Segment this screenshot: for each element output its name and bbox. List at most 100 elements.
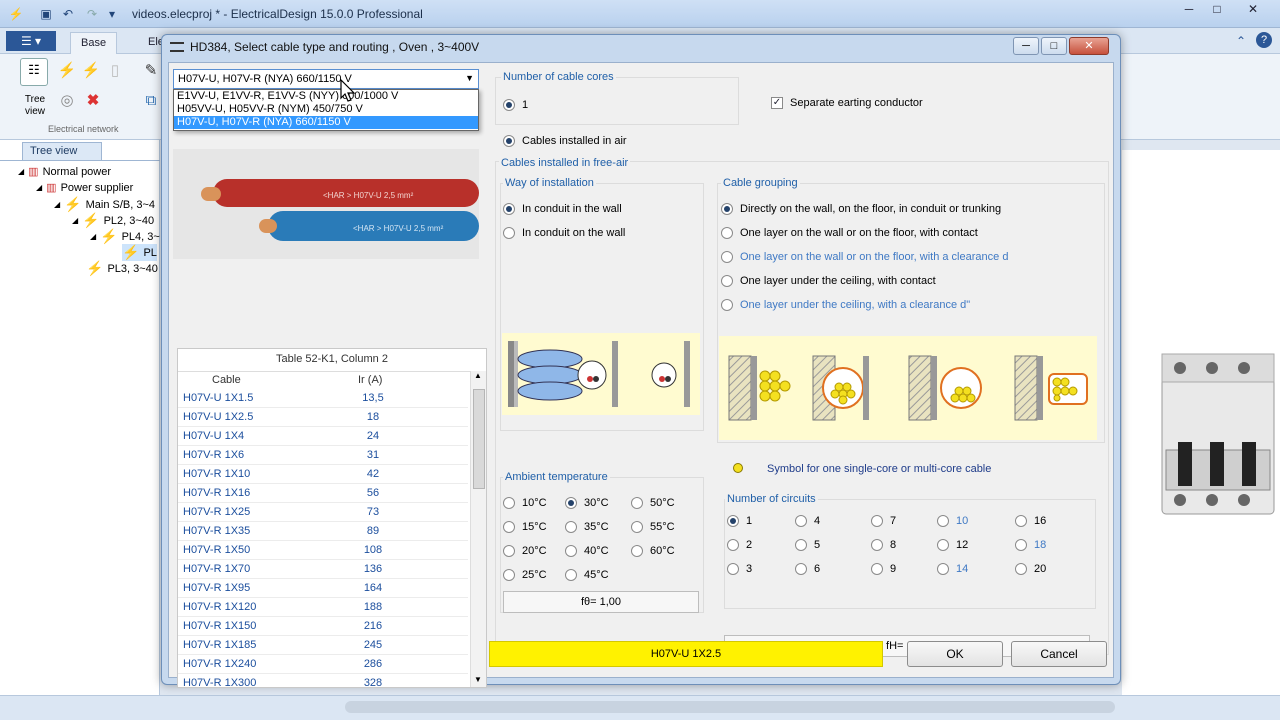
scroll-thumb[interactable] <box>473 389 485 489</box>
dropdown-option[interactable]: E1VV-U, E1VV-R, E1VV-S (NYY) 600/1000 V <box>174 90 478 103</box>
tree-node[interactable]: ◢ ▥ Normal power <box>18 165 111 179</box>
table-row[interactable]: H07V-U 1X4 24 <box>178 427 468 446</box>
grouping-option[interactable]: Directly on the wall, on the floor, in c… <box>721 203 1001 215</box>
table-row[interactable]: H07V-R 1X50 108 <box>178 541 468 560</box>
table-row[interactable]: H07V-R 1X240 286 <box>178 655 468 674</box>
tree-node-selected[interactable]: ⚡ PL <box>122 244 157 261</box>
maximize-button[interactable]: □ <box>1202 0 1232 20</box>
circuits-option-disabled: 14 <box>937 563 968 575</box>
help-chevron-icon[interactable]: ⌃ <box>1236 34 1246 48</box>
save-icon[interactable]: ▣ <box>38 6 54 22</box>
tree-node[interactable]: ◢ ⚡ Main S/B, 3~4 <box>54 196 155 213</box>
ribbon-group-label: Electrical network <box>48 124 119 134</box>
circuits-option[interactable]: 20 <box>1015 563 1046 575</box>
table-row[interactable]: H07V-R 1X10 42 <box>178 465 468 484</box>
tree-node[interactable]: ◢ ⚡ PL4, 3~ <box>90 228 160 245</box>
table-row[interactable]: H07V-R 1X120 188 <box>178 598 468 617</box>
temperature-option[interactable]: 15°C <box>503 521 547 533</box>
circuits-option[interactable]: 8 <box>871 539 896 551</box>
circuits-option[interactable]: 3 <box>727 563 752 575</box>
temperature-option[interactable]: 20°C <box>503 545 547 557</box>
horizontal-scrollbar[interactable] <box>345 701 1115 713</box>
temperature-option[interactable]: 45°C <box>565 569 609 581</box>
power-icon[interactable]: ⚡ <box>56 60 78 82</box>
table-row[interactable]: H07V-R 1X16 56 <box>178 484 468 503</box>
pen-icon[interactable]: ✎ <box>140 60 162 82</box>
current-cell: 24 <box>366 430 380 442</box>
dialog-close-button[interactable]: ✕ <box>1069 37 1109 55</box>
table-row[interactable]: H07V-R 1X300 328 <box>178 674 468 687</box>
table-row[interactable]: H07V-U 1X2.5 18 <box>178 408 468 427</box>
scroll-up-icon[interactable]: ▲ <box>474 371 482 380</box>
circuits-option[interactable]: 5 <box>795 539 820 551</box>
minimize-button[interactable]: ─ <box>1174 0 1204 20</box>
quick-access-dropdown-icon[interactable]: ▾ <box>104 6 120 22</box>
table-row[interactable]: H07V-R 1X35 89 <box>178 522 468 541</box>
cable-type-dropdown[interactable]: E1VV-U, E1VV-R, E1VV-S (NYY) 600/1000 V … <box>173 89 479 131</box>
grouping-option[interactable]: One layer under the ceiling, with contac… <box>721 275 936 287</box>
circuits-option[interactable]: 9 <box>871 563 896 575</box>
separate-earthing-checkbox[interactable]: ✓ Separate earting conductor <box>771 97 923 109</box>
table-row[interactable]: H07V-R 1X70 136 <box>178 560 468 579</box>
circuits-option[interactable]: 16 <box>1015 515 1046 527</box>
circuit-breaker-image <box>1161 353 1275 515</box>
temperature-option[interactable]: 60°C <box>631 545 675 557</box>
undo-icon[interactable]: ↶ <box>60 6 76 22</box>
column-header-ir[interactable]: Ir (A) <box>358 374 382 386</box>
table-row[interactable]: H07V-R 1X25 73 <box>178 503 468 522</box>
cable-type-combo[interactable]: H07V-U, H07V-R (NYA) 660/1150 V ▼ <box>173 69 479 89</box>
temperature-option[interactable]: 55°C <box>631 521 675 533</box>
redo-icon[interactable]: ↷ <box>84 6 100 22</box>
circuits-option[interactable]: 2 <box>727 539 752 551</box>
temperature-option[interactable]: 50°C <box>631 497 675 509</box>
table-scrollbar[interactable]: ▲ ▼ <box>470 371 486 687</box>
drawing-canvas[interactable] <box>1122 150 1280 695</box>
file-menu-button[interactable]: ☰ ▾ <box>6 31 56 51</box>
dropdown-option-selected[interactable]: H07V-U, H07V-R (NYA) 660/1150 V <box>174 116 478 129</box>
chevron-down-icon[interactable]: ▼ <box>465 73 474 83</box>
grouping-option[interactable]: One layer on the wall or on the floor, w… <box>721 227 978 239</box>
tree-node[interactable]: ◢ ▥ Power supplier <box>36 181 133 195</box>
circuits-option[interactable]: 1 <box>727 515 752 527</box>
tree-node[interactable]: ◢ ⚡ PL2, 3~40 <box>72 212 154 229</box>
ok-button[interactable]: OK <box>907 641 1003 667</box>
scroll-down-icon[interactable]: ▼ <box>474 675 482 684</box>
current-cell: 188 <box>363 601 383 613</box>
dialog-maximize-button[interactable]: □ <box>1041 37 1067 55</box>
dropdown-option[interactable]: H05VV-U, H05VV-R (NYM) 450/750 V <box>174 103 478 116</box>
temperature-option[interactable]: 30°C <box>565 497 609 509</box>
network-icon[interactable]: ⧉ <box>140 90 162 112</box>
current-cell: 216 <box>363 620 383 632</box>
installation-option[interactable]: In conduit on the wall <box>503 227 625 239</box>
tree-node[interactable]: ⚡ PL3, 3~40 <box>86 260 158 277</box>
temperature-option[interactable]: 35°C <box>565 521 609 533</box>
table-row[interactable]: H07V-U 1X1.5 13,5 <box>178 389 468 408</box>
target-icon[interactable]: ◎ <box>56 90 78 112</box>
circuits-option[interactable]: 12 <box>937 539 968 551</box>
column-header-cable[interactable]: Cable <box>212 374 241 386</box>
tree-view-ribbon-label[interactable]: Tree view <box>22 94 48 118</box>
close-button[interactable]: ✕ <box>1238 0 1268 20</box>
circuits-option[interactable]: 4 <box>795 515 820 527</box>
table-row[interactable]: H07V-R 1X6 31 <box>178 446 468 465</box>
tree-view-icon[interactable]: ☷ <box>20 58 48 86</box>
table-row[interactable]: H07V-R 1X95 164 <box>178 579 468 598</box>
table-row[interactable]: H07V-R 1X185 245 <box>178 636 468 655</box>
circuits-option[interactable]: 7 <box>871 515 896 527</box>
installation-option[interactable]: In conduit in the wall <box>503 203 622 215</box>
temperature-option[interactable]: 10°C <box>503 497 547 509</box>
temperature-option[interactable]: 25°C <box>503 569 547 581</box>
help-icon[interactable]: ? <box>1256 32 1272 48</box>
delete-icon[interactable]: ✖ <box>82 90 104 112</box>
tree-view-tab[interactable]: Tree view <box>22 142 102 160</box>
cores-option[interactable]: 1 <box>503 99 528 111</box>
table-row[interactable]: H07V-R 1X150 216 <box>178 617 468 636</box>
circuits-option[interactable]: 6 <box>795 563 820 575</box>
installed-in-air-option[interactable]: Cables installed in air <box>503 135 627 147</box>
table-body[interactable]: H07V-U 1X1.5 13,5 H07V-U 1X2.5 18 H07V-U 1X4… <box>178 389 468 687</box>
tab-base[interactable]: Base <box>70 32 118 54</box>
temperature-option[interactable]: 40°C <box>565 545 609 557</box>
cancel-button[interactable]: Cancel <box>1011 641 1107 667</box>
dialog-minimize-button[interactable]: ─ <box>1013 37 1039 55</box>
checkmark-icon[interactable]: ✓ <box>771 97 783 109</box>
